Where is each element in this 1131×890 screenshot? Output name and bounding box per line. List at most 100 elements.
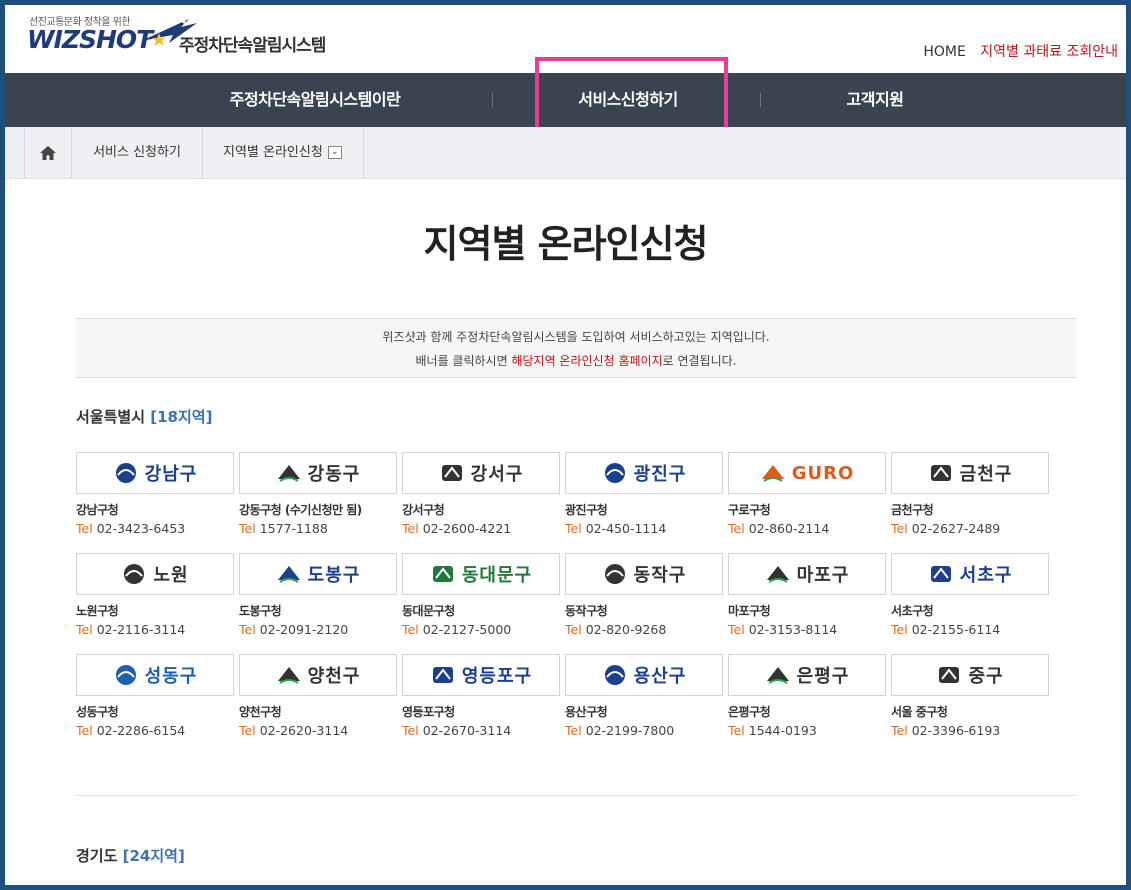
notice-line-2: 배너를 클릭하시면 해당지역 온라인신청 홈페이지로 연결됩니다. [76,349,1076,373]
district-banner[interactable]: 중구 [891,654,1049,696]
district-office-name: 양천구청 [239,705,282,719]
home-icon [40,145,56,160]
tel-label: Tel [565,521,582,536]
district-office-name: 도봉구청 [239,604,282,618]
district-banner[interactable]: 용산구 [565,654,723,696]
district-banner[interactable]: 광진구 [565,452,723,494]
nav-item-support[interactable]: 고객지원 [805,73,945,127]
gangdong-logo-icon [277,465,300,482]
tel-label: Tel [728,521,745,536]
district-banner-text: 용산구 [633,666,687,687]
district-banner[interactable]: 양천구 [239,654,397,696]
section-name: 경기도 [76,847,118,865]
breadcrumb-service-apply[interactable]: 서비스 신청하기 [71,127,202,179]
district-office-name: 용산구청 [565,705,608,719]
district-banner-text: 노원 [153,565,189,586]
district-banner-text: 금천구 [959,464,1013,485]
district-office-name: 강남구청 [76,503,119,517]
tel-label: Tel [728,723,745,738]
district-banner[interactable]: 마포구 [728,553,886,595]
district-tel: Tel 02-820-9268 [565,622,723,637]
district-card: 동대문구 동대문구청 Tel 02-2127-5000 [402,553,560,638]
nav-separator [492,93,493,107]
district-tel: Tel 02-450-1114 [565,521,723,536]
district-office-name: 서초구청 [891,604,934,618]
logo-system-name: 주정차단속알림시스템 [179,36,326,56]
tel-label: Tel [239,622,256,637]
tel-number: 02-2091-2120 [259,622,349,637]
district-office-name: 마포구청 [728,604,771,618]
district-office-name: 강서구청 [402,503,445,517]
district-card: 양천구 양천구청 Tel 02-2620-3114 [239,654,397,739]
tel-label: Tel [891,521,908,536]
district-card: 강남구 강남구청 Tel 02-3423-6453 [76,452,234,537]
district-banner-text: 마포구 [796,565,850,586]
district-banner-text: 강서구 [470,464,524,485]
tel-number: 02-2670-3114 [422,723,512,738]
district-tel: Tel 02-2627-2489 [891,521,1049,536]
district-office-name: 서울 중구청 [891,705,948,719]
district-banner[interactable]: 노원 [76,553,234,595]
district-banner[interactable]: 성동구 [76,654,234,696]
district-card: 성동구 성동구청 Tel 02-2286-6154 [76,654,234,739]
district-office-name: 강동구청 (수기신청만 됨) [239,503,362,517]
breadcrumb-region-online[interactable]: 지역별 온라인신청 ⌄ [202,127,364,179]
dobong-logo-icon [277,566,300,583]
district-banner-text: 동작구 [633,565,687,586]
breadcrumb-home[interactable] [24,127,71,179]
tel-number: 02-3423-6453 [96,521,186,536]
notice-line-1: 위즈샷과 함께 주정차단속알림시스템을 도입하여 서비스하고있는 지역입니다. [382,330,770,344]
district-card: 서초구 서초구청 Tel 02-2155-6114 [891,553,1049,638]
district-banner-text: 양천구 [307,666,361,687]
tel-label: Tel [402,622,419,637]
tel-label: Tel [402,723,419,738]
district-tel: Tel 02-2670-3114 [402,723,560,738]
nowon-logo-icon [124,564,145,584]
district-card: 노원 노원구청 Tel 02-2116-3114 [76,553,234,638]
tel-label: Tel [76,622,93,637]
district-office-name: 금천구청 [891,503,934,517]
tel-number: 02-3396-6193 [911,723,1001,738]
district-card: 마포구마포구청 Tel 02-3153-8114 [728,553,886,638]
district-office-name: 구로구청 [728,503,771,517]
district-banner[interactable]: 도봉구 [239,553,397,595]
district-tel: Tel 1544-0193 [728,723,886,738]
district-banner[interactable]: 영등포구 [402,654,560,696]
yangcheon-logo-icon [277,667,300,684]
district-banner[interactable]: 은평구 [728,654,886,696]
district-banner[interactable]: 서초구 [891,553,1049,595]
district-card: GURO 구로구청 Tel 02-860-2114 [728,452,886,537]
gwangjin-logo-icon [604,463,625,483]
tel-number: 02-3153-8114 [748,622,838,637]
seocho-logo-icon [930,566,951,582]
district-banner[interactable]: 강서구 [402,452,560,494]
district-banner[interactable]: 강남구 [76,452,234,494]
district-office-name: 성동구청 [76,705,119,719]
nav-item-service-apply[interactable]: 서비스신청하기 [533,73,723,127]
fee-lookup-link[interactable]: 지역별 과태료 조회안내 [980,44,1118,60]
district-banner[interactable]: 동대문구 [402,553,560,595]
notice-box: 위즈샷과 함께 주정차단속알림시스템을 도입하여 서비스하고있는 지역입니다. … [76,318,1076,378]
district-banner[interactable]: 금천구 [891,452,1049,494]
section-count: [24지역] [122,847,185,865]
tel-label: Tel [728,622,745,637]
district-banner-text: 강남구 [144,464,198,485]
tel-label: Tel [891,622,908,637]
district-banner-text: 성동구 [144,666,198,687]
tel-number: 02-2600-4221 [422,521,512,536]
district-card: 강동구 강동구청 (수기신청만 됨) Tel 1577-1188 [239,452,397,537]
district-tel: Tel 02-2091-2120 [239,622,397,637]
nav-item-about[interactable]: 주정차단속알림시스템이란 [195,73,435,127]
district-office-name: 영등포구청 [402,705,455,719]
chevron-down-icon[interactable]: ⌄ [327,146,342,159]
wizshot-logo[interactable]: 선진교통문화 정착을 위한 WIZSHOT 주정차단속알림시스템 [27,11,347,61]
district-banner[interactable]: GURO [728,452,886,494]
district-card: 은평구 은평구청 Tel 1544-0193 [728,654,886,739]
tel-label: Tel [891,723,908,738]
dongdaemun-logo-icon [432,566,453,582]
district-banner[interactable]: 강동구 [239,452,397,494]
home-link[interactable]: HOME [923,44,965,60]
district-banner-text: 중구 [968,666,1004,687]
district-banner[interactable]: 동작구 [565,553,723,595]
tel-number: 02-2627-2489 [911,521,1001,536]
